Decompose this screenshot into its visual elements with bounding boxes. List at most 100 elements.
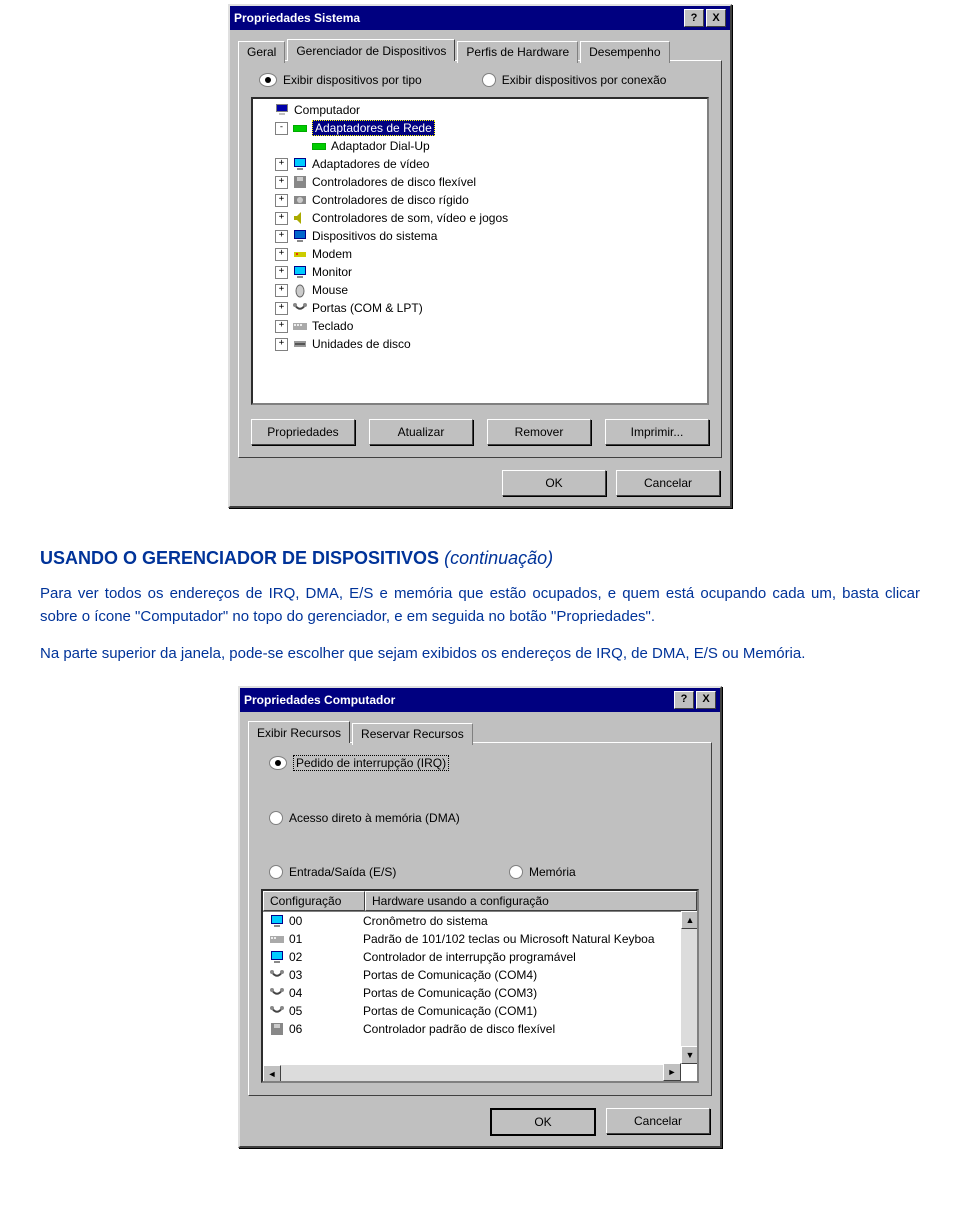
expand-icon[interactable]: + xyxy=(275,284,288,297)
tab-geral[interactable]: Geral xyxy=(238,41,285,63)
device-icon xyxy=(269,985,285,1001)
tree-node-label-selected: Adaptadores de Rede xyxy=(312,120,435,136)
tree-node-modem[interactable]: + Modem xyxy=(255,245,705,263)
resource-listview[interactable]: Configuração Hardware usando a configura… xyxy=(261,889,699,1083)
tree-node-floppy-controllers[interactable]: + Controladores de disco flexível xyxy=(255,173,705,191)
device-icon xyxy=(269,949,285,965)
tab-desempenho[interactable]: Desempenho xyxy=(580,41,669,63)
tab-bar: Exibir Recursos Reservar Recursos xyxy=(240,712,720,742)
tree-node-monitor[interactable]: + Monitor xyxy=(255,263,705,281)
help-button[interactable]: ? xyxy=(684,9,704,27)
expand-icon[interactable]: + xyxy=(275,266,288,279)
body-paragraph: Para ver todos os endereços de IRQ, DMA,… xyxy=(40,583,920,628)
list-row[interactable]: 04Portas de Comunicação (COM3) xyxy=(263,984,697,1002)
scroll-up-icon[interactable]: ▲ xyxy=(681,911,699,929)
section-heading: USANDO O GERENCIADOR DE DISPOSITIVOS (co… xyxy=(40,548,920,569)
network-adapter-icon xyxy=(292,120,308,136)
expand-icon[interactable]: + xyxy=(275,338,288,351)
list-row[interactable]: 02 Controlador de interrupção programável xyxy=(263,948,697,966)
expand-icon[interactable]: + xyxy=(275,320,288,333)
tree-node-dialup-adapter[interactable]: Adaptador Dial-Up xyxy=(255,137,705,155)
print-button[interactable]: Imprimir... xyxy=(605,419,709,445)
list-row[interactable]: 06 Controlador padrão de disco flexível xyxy=(263,1020,697,1038)
tree-node-mouse[interactable]: + Mouse xyxy=(255,281,705,299)
device-icon xyxy=(269,1021,285,1037)
modem-icon xyxy=(292,246,308,262)
cancel-button[interactable]: Cancelar xyxy=(606,1108,710,1134)
horizontal-scrollbar[interactable]: ◄ ► xyxy=(263,1065,681,1081)
device-icon xyxy=(269,967,285,983)
radio-dot-icon xyxy=(269,865,283,879)
scroll-down-icon[interactable]: ▼ xyxy=(681,1046,699,1064)
help-button[interactable]: ? xyxy=(674,691,694,709)
refresh-button[interactable]: Atualizar xyxy=(369,419,473,445)
tree-node-computer[interactable]: + Computador xyxy=(255,101,705,119)
device-tree[interactable]: + Computador - Adaptadores de Rede Adapt… xyxy=(251,97,709,405)
window-title: Propriedades Computador xyxy=(244,693,674,707)
scroll-left-icon[interactable]: ◄ xyxy=(263,1065,281,1083)
column-header-config[interactable]: Configuração xyxy=(263,891,365,911)
cfg-value: 02 xyxy=(289,950,302,964)
device-icon xyxy=(269,931,285,947)
expand-icon[interactable]: + xyxy=(275,158,288,171)
expand-icon[interactable]: + xyxy=(275,194,288,207)
tree-node-sound-controllers[interactable]: + Controladores de som, vídeo e jogos xyxy=(255,209,705,227)
close-button[interactable]: X xyxy=(706,9,726,27)
radio-dot-icon xyxy=(259,73,277,87)
tree-node-ports[interactable]: + Portas (COM & LPT) xyxy=(255,299,705,317)
list-row[interactable]: 05Portas de Comunicação (COM1) xyxy=(263,1002,697,1020)
tab-panel: Pedido de interrupção (IRQ) Acesso diret… xyxy=(248,742,712,1096)
radio-por-conexao[interactable]: Exibir dispositivos por conexão xyxy=(482,73,667,87)
ok-button[interactable]: OK xyxy=(490,1108,596,1136)
list-row[interactable]: 00Cronômetro do sistema xyxy=(263,912,697,930)
radio-dma[interactable]: Acesso direto à memória (DMA) xyxy=(269,811,460,825)
expand-icon[interactable]: + xyxy=(275,230,288,243)
radio-es[interactable]: Entrada/Saída (E/S) xyxy=(269,865,469,879)
system-icon xyxy=(292,228,308,244)
cfg-value: 03 xyxy=(289,968,302,982)
monitor-icon xyxy=(292,264,308,280)
properties-button[interactable]: Propriedades xyxy=(251,419,355,445)
tab-reservar-recursos[interactable]: Reservar Recursos xyxy=(352,723,473,745)
device-icon xyxy=(269,1003,285,1019)
tab-exibir-recursos[interactable]: Exibir Recursos xyxy=(248,721,350,743)
tree-node-video-adapters[interactable]: + Adaptadores de vídeo xyxy=(255,155,705,173)
vertical-scrollbar[interactable]: ▲ ▼ xyxy=(681,911,697,1064)
expand-icon[interactable]: + xyxy=(275,212,288,225)
hw-value: Portas de Comunicação (COM1) xyxy=(359,1004,695,1018)
radio-memoria[interactable]: Memória xyxy=(509,865,576,879)
tab-bar: Geral Gerenciador de Dispositivos Perfis… xyxy=(230,30,730,60)
expand-icon[interactable]: + xyxy=(275,302,288,315)
cfg-value: 04 xyxy=(289,986,302,1000)
hw-value: Controlador padrão de disco flexível xyxy=(359,1022,695,1036)
window-title: Propriedades Sistema xyxy=(234,11,684,25)
remove-button[interactable]: Remover xyxy=(487,419,591,445)
tree-node-system-devices[interactable]: + Dispositivos do sistema xyxy=(255,227,705,245)
radio-por-tipo[interactable]: Exibir dispositivos por tipo xyxy=(259,73,422,87)
mouse-icon xyxy=(292,282,308,298)
radio-dot-icon xyxy=(509,865,523,879)
hw-value: Controlador de interrupção programável xyxy=(359,950,695,964)
tab-gerenciador[interactable]: Gerenciador de Dispositivos xyxy=(287,39,455,61)
list-row[interactable]: 01Padrão de 101/102 teclas ou Microsoft … xyxy=(263,930,697,948)
tab-perfis[interactable]: Perfis de Hardware xyxy=(457,41,578,63)
close-button[interactable]: X xyxy=(696,691,716,709)
list-row[interactable]: 03Portas de Comunicação (COM4) xyxy=(263,966,697,984)
column-header-hardware[interactable]: Hardware usando a configuração xyxy=(365,891,697,911)
titlebar[interactable]: Propriedades Sistema ? X xyxy=(230,6,730,30)
tree-node-network-adapters[interactable]: - Adaptadores de Rede xyxy=(255,119,705,137)
expand-icon[interactable]: + xyxy=(275,176,288,189)
radio-irq[interactable]: Pedido de interrupção (IRQ) xyxy=(269,755,469,771)
ok-button[interactable]: OK xyxy=(502,470,606,496)
tree-node-disk-drives[interactable]: + Unidades de disco xyxy=(255,335,705,353)
radio-dot-icon xyxy=(269,756,287,770)
cfg-value: 06 xyxy=(289,1022,302,1036)
scroll-right-icon[interactable]: ► xyxy=(663,1063,681,1081)
tree-node-keyboard[interactable]: + Teclado xyxy=(255,317,705,335)
computer-properties-dialog: Propriedades Computador ? X Exibir Recur… xyxy=(238,686,722,1148)
tree-node-hdd-controllers[interactable]: + Controladores de disco rígido xyxy=(255,191,705,209)
collapse-icon[interactable]: - xyxy=(275,122,288,135)
titlebar[interactable]: Propriedades Computador ? X xyxy=(240,688,720,712)
cancel-button[interactable]: Cancelar xyxy=(616,470,720,496)
expand-icon[interactable]: + xyxy=(275,248,288,261)
